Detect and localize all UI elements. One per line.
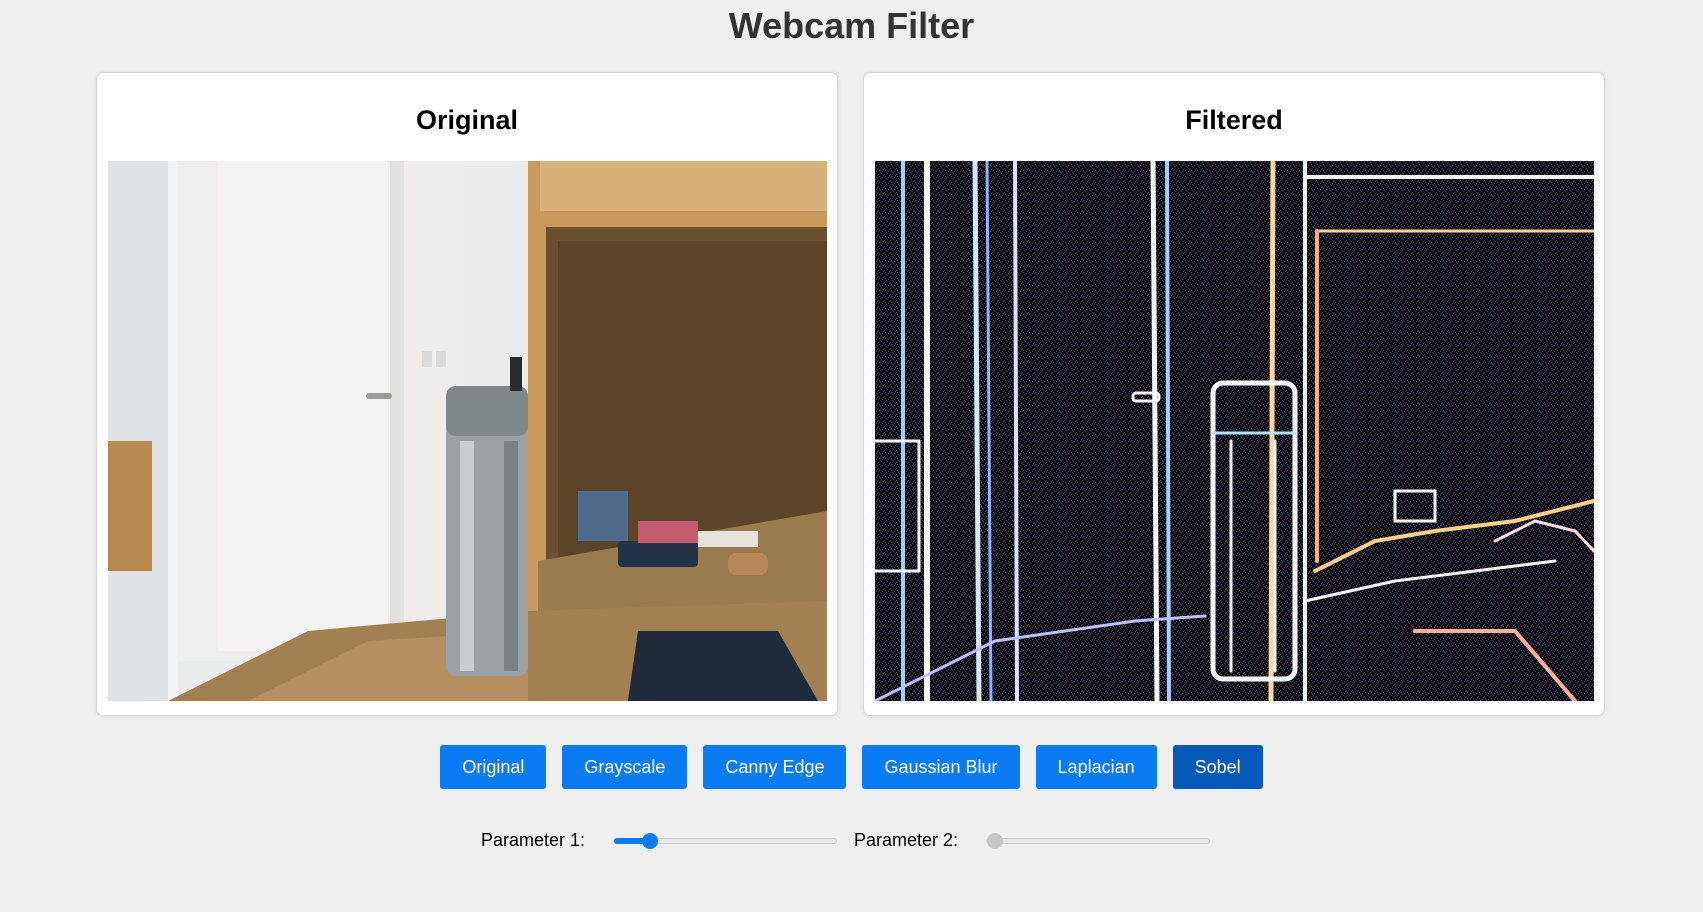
- original-panel-title: Original: [415, 105, 518, 135]
- filter-button-bar: Original Grayscale Canny Edge Gaussian B…: [0, 745, 1703, 789]
- page-title: Webcam Filter: [728, 5, 975, 46]
- parameter-1-slider-thumb[interactable]: [642, 833, 658, 849]
- parameter-2-slider-thumb[interactable]: [987, 833, 1003, 849]
- parameter-2-label: Parameter 2:: [854, 830, 959, 850]
- original-video-feed: [108, 161, 827, 701]
- filtered-panel-title: Filtered: [1185, 105, 1283, 135]
- filter-gaussian-blur-button[interactable]: Gaussian Blur: [862, 745, 1020, 789]
- parameter-1-slider[interactable]: [613, 833, 837, 849]
- parameter-1-label: Parameter 1:: [481, 830, 586, 850]
- filtered-video-feed: [875, 161, 1594, 701]
- filter-sobel-button[interactable]: Sobel: [1172, 745, 1263, 789]
- original-panel: Original: [96, 72, 838, 716]
- filter-canny-edge-button[interactable]: Canny Edge: [703, 745, 847, 789]
- filter-laplacian-button[interactable]: Laplacian: [1035, 745, 1157, 789]
- parameter-controls: Parameter 1: Parameter 2:: [0, 826, 1703, 850]
- parameter-2-slider[interactable]: [986, 833, 1210, 849]
- filtered-panel: Filtered: [863, 72, 1605, 716]
- filter-grayscale-button[interactable]: Grayscale: [562, 745, 688, 789]
- filter-original-button[interactable]: Original: [440, 745, 547, 789]
